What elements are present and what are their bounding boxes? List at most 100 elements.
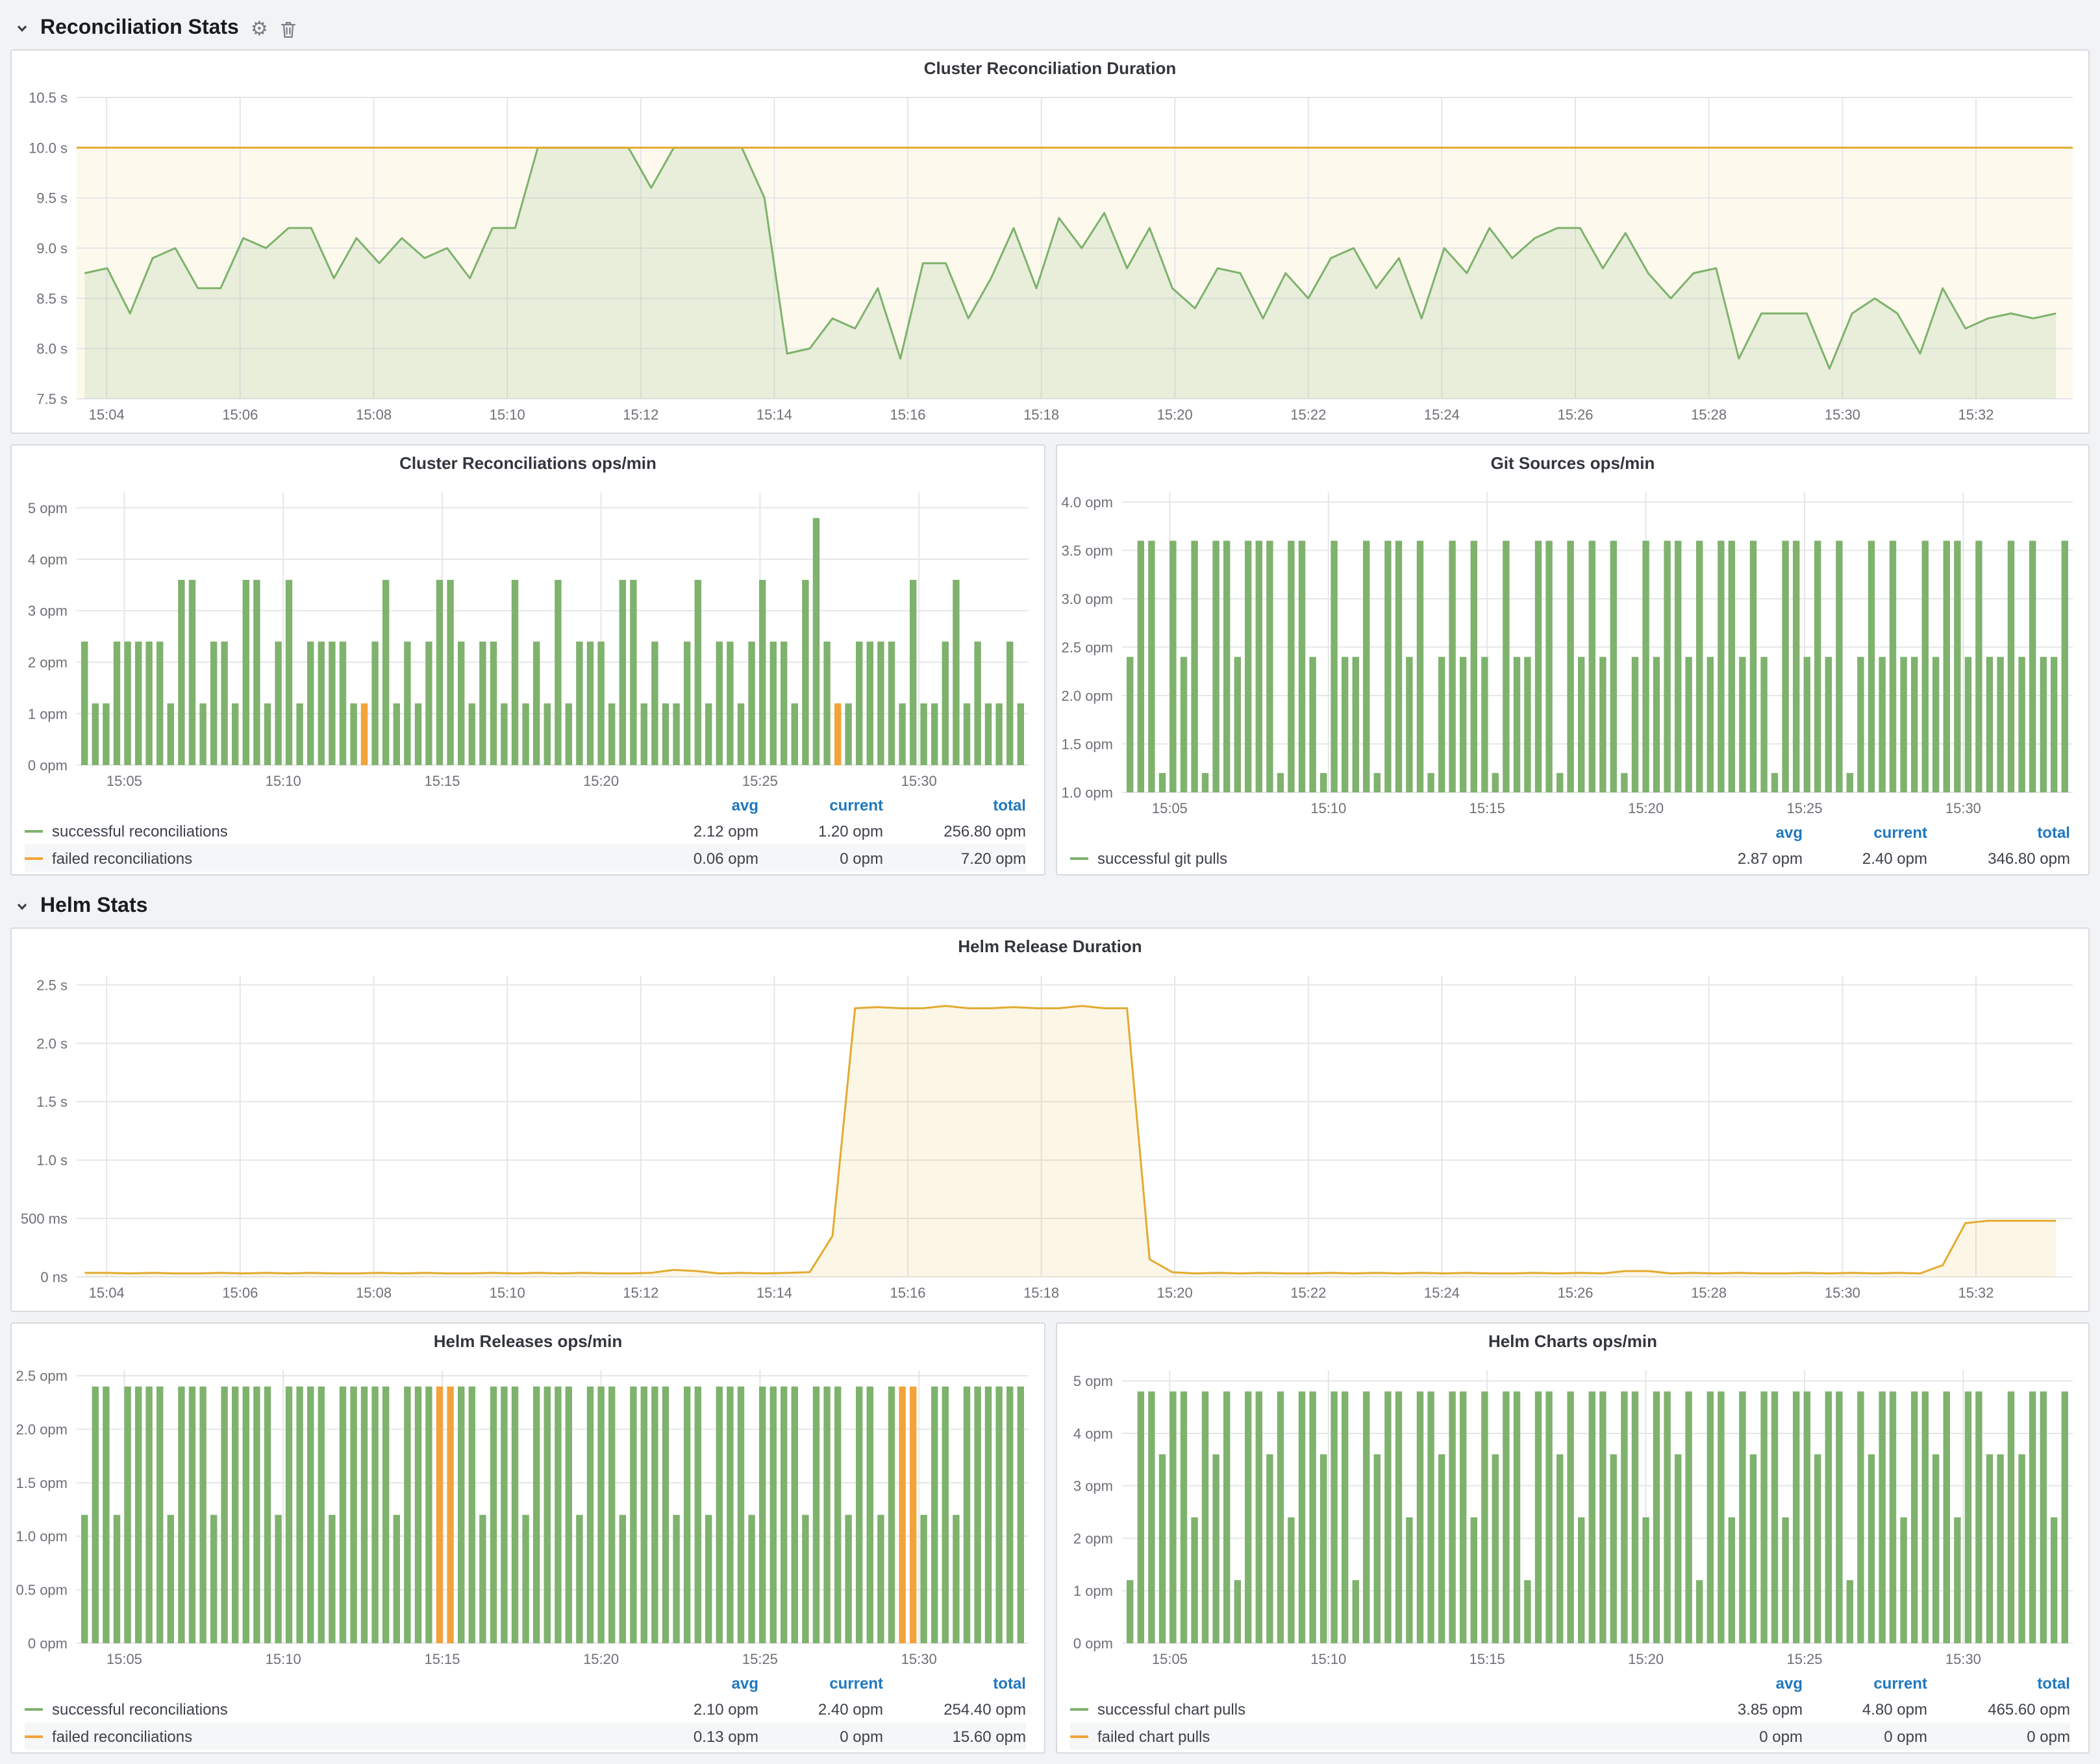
- x-axis-label: 15:26: [1557, 407, 1593, 423]
- y-axis-label: 0.5 opm: [16, 1582, 68, 1598]
- legend-row[interactable]: successful chart pulls3.85 opm4.80 opm46…: [1070, 1695, 2070, 1722]
- series-color-icon: [25, 1707, 43, 1710]
- x-axis-label: 15:20: [1157, 1285, 1193, 1301]
- section-header-reconciliation-stats[interactable]: Reconciliation Stats ⚙: [10, 10, 2090, 47]
- legend-row[interactable]: failed reconciliations0.13 opm0 opm15.60…: [25, 1722, 1026, 1750]
- x-axis-label: 15:30: [1825, 407, 1860, 423]
- legend-current-value: 4.80 opm: [1803, 1700, 1927, 1718]
- y-axis-label: 10.0 s: [29, 140, 68, 156]
- legend-row[interactable]: failed chart pulls0 opm0 opm0 opm: [1070, 1722, 2070, 1750]
- chart-svg[interactable]: 0 opm0.5 opm1.0 opm1.5 opm2.0 opm2.5 opm…: [12, 1360, 1044, 1672]
- legend-header-total[interactable]: total: [1927, 1674, 2070, 1693]
- legend-header-current[interactable]: current: [758, 796, 883, 814]
- legend-avg-value: 0 opm: [1678, 1727, 1803, 1745]
- panel-title[interactable]: Cluster Reconciliations ops/min: [12, 446, 1044, 482]
- legend-avg-value: 0.13 opm: [634, 1727, 758, 1745]
- y-axis-label: 2.0 opm: [1062, 688, 1114, 704]
- legend-total-value: 254.40 opm: [883, 1700, 1026, 1718]
- legend-series-name[interactable]: failed chart pulls: [1070, 1727, 1678, 1745]
- x-axis-label: 15:20: [583, 773, 619, 789]
- chart-svg[interactable]: 0 opm1 opm2 opm3 opm4 opm5 opm15:0515:10…: [12, 482, 1044, 794]
- x-axis-label: 15:04: [89, 1285, 125, 1301]
- y-axis-label: 2.0 opm: [16, 1422, 68, 1438]
- legend-current-value: 1.20 opm: [758, 822, 883, 840]
- series-color-icon: [1070, 1735, 1088, 1737]
- panel-helm-releases-opm: Helm Releases ops/min 0 opm0.5 opm1.0 op…: [10, 1322, 1045, 1754]
- series-color-icon: [1070, 1707, 1088, 1710]
- legend-avg-value: 2.10 opm: [634, 1700, 758, 1718]
- chart-canvas[interactable]: 0 opm1 opm2 opm3 opm4 opm5 opm15:0515:10…: [1057, 1360, 2088, 1672]
- y-axis-label: 0 opm: [1073, 1635, 1113, 1652]
- legend-header-avg[interactable]: avg: [1678, 1674, 1803, 1693]
- legend-header-avg[interactable]: avg: [634, 796, 758, 814]
- panel-title[interactable]: Helm Releases ops/min: [12, 1324, 1044, 1360]
- section-header-helm-stats[interactable]: Helm Stats: [10, 888, 2090, 925]
- legend-row[interactable]: failed reconciliations0.06 opm0 opm7.20 …: [25, 844, 1026, 872]
- gear-icon[interactable]: ⚙: [251, 19, 268, 38]
- chart-svg[interactable]: 0 opm1 opm2 opm3 opm4 opm5 opm15:0515:10…: [1057, 1360, 2088, 1672]
- x-axis-label: 15:20: [1157, 407, 1193, 423]
- x-axis-label: 15:24: [1424, 407, 1460, 423]
- legend: avgcurrenttotal successful git pulls2.87 …: [1057, 821, 2088, 874]
- y-axis-label: 4.0 opm: [1062, 494, 1114, 510]
- trash-icon[interactable]: [280, 19, 298, 38]
- panel-cluster-reconciliation-duration: Cluster Reconciliation Duration 7.5 s8.0…: [10, 49, 2090, 434]
- legend: avgcurrenttotal successful chart pulls3.8…: [1057, 1672, 2088, 1752]
- chevron-down-icon: [16, 22, 29, 35]
- x-axis-label: 15:30: [1945, 800, 1981, 816]
- legend-header-current[interactable]: current: [758, 1674, 883, 1693]
- legend-series-name[interactable]: successful reconciliations: [25, 1700, 634, 1718]
- y-axis-label: 3 opm: [28, 603, 68, 619]
- legend-total-value: 346.80 opm: [1927, 849, 2070, 867]
- chart-svg[interactable]: 7.5 s8.0 s8.5 s9.0 s9.5 s10.0 s10.5 s15:…: [12, 87, 2088, 427]
- legend-avg-value: 0.06 opm: [634, 849, 758, 867]
- y-axis-label: 9.0 s: [36, 240, 68, 257]
- panel-row-helm: Helm Releases ops/min 0 opm0.5 opm1.0 op…: [10, 1322, 2090, 1754]
- x-axis-label: 15:10: [1310, 800, 1346, 816]
- legend-header: avgcurrenttotal: [25, 1672, 1026, 1695]
- y-axis-label: 5 opm: [28, 500, 68, 516]
- legend-header-current[interactable]: current: [1803, 824, 1927, 842]
- chart-canvas[interactable]: 1.0 opm1.5 opm2.0 opm2.5 opm3.0 opm3.5 o…: [1057, 482, 2088, 821]
- panel-git-sources-opm: Git Sources ops/min 1.0 opm1.5 opm2.0 op…: [1056, 444, 2090, 876]
- chart-svg[interactable]: 1.0 opm1.5 opm2.0 opm2.5 opm3.0 opm3.5 o…: [1057, 482, 2088, 821]
- legend-series-name[interactable]: successful git pulls: [1070, 849, 1678, 867]
- x-axis-label: 15:22: [1290, 407, 1326, 423]
- x-axis-label: 15:16: [890, 1285, 925, 1301]
- legend-series-name[interactable]: failed reconciliations: [25, 849, 634, 867]
- legend-total-value: 465.60 opm: [1927, 1700, 2070, 1718]
- chart-canvas[interactable]: 0 ns500 ms1.0 s1.5 s2.0 s2.5 s15:0415:06…: [12, 965, 2088, 1305]
- legend-header-total[interactable]: total: [1927, 824, 2070, 842]
- legend-row[interactable]: successful reconciliations2.12 opm1.20 o…: [25, 817, 1026, 844]
- x-axis-label: 15:05: [106, 773, 142, 789]
- legend-series-name[interactable]: successful chart pulls: [1070, 1700, 1678, 1718]
- x-axis-label: 15:15: [1469, 1651, 1505, 1667]
- panel-title[interactable]: Helm Charts ops/min: [1057, 1324, 2088, 1360]
- x-axis-label: 15:24: [1424, 1285, 1460, 1301]
- chart-canvas[interactable]: 0 opm1 opm2 opm3 opm4 opm5 opm15:0515:10…: [12, 482, 1044, 794]
- series-color-icon: [25, 857, 43, 859]
- panel-title[interactable]: Helm Release Duration: [12, 929, 2088, 965]
- legend-header-avg[interactable]: avg: [634, 1674, 758, 1693]
- x-axis-label: 15:10: [1310, 1651, 1346, 1667]
- panel-title[interactable]: Git Sources ops/min: [1057, 446, 2088, 482]
- x-axis-label: 15:30: [1945, 1651, 1981, 1667]
- chart-canvas[interactable]: 7.5 s8.0 s8.5 s9.0 s9.5 s10.0 s10.5 s15:…: [12, 87, 2088, 427]
- y-axis-label: 0 opm: [28, 1635, 68, 1652]
- legend-series-name[interactable]: successful reconciliations: [25, 822, 634, 840]
- legend-header-current[interactable]: current: [1803, 1674, 1927, 1693]
- legend-header-total[interactable]: total: [883, 1674, 1026, 1693]
- chart-canvas[interactable]: 0 opm0.5 opm1.0 opm1.5 opm2.0 opm2.5 opm…: [12, 1360, 1044, 1672]
- legend-series-name[interactable]: failed reconciliations: [25, 1727, 634, 1745]
- legend-header-total[interactable]: total: [883, 796, 1026, 814]
- legend-header-avg[interactable]: avg: [1678, 824, 1803, 842]
- chart-svg[interactable]: 0 ns500 ms1.0 s1.5 s2.0 s2.5 s15:0415:06…: [12, 965, 2088, 1305]
- legend-row[interactable]: successful reconciliations2.10 opm2.40 o…: [25, 1695, 1026, 1722]
- x-axis-label: 15:14: [756, 407, 792, 423]
- panel-row-reconciliation: Cluster Reconciliations ops/min 0 opm1 o…: [10, 444, 2090, 876]
- legend-avg-value: 3.85 opm: [1678, 1700, 1803, 1718]
- panel-title[interactable]: Cluster Reconciliation Duration: [12, 51, 2088, 87]
- x-axis-label: 15:12: [623, 407, 658, 423]
- legend-row[interactable]: successful git pulls2.87 opm2.40 opm346.…: [1070, 844, 2070, 872]
- y-axis-label: 2.5 opm: [1062, 639, 1114, 655]
